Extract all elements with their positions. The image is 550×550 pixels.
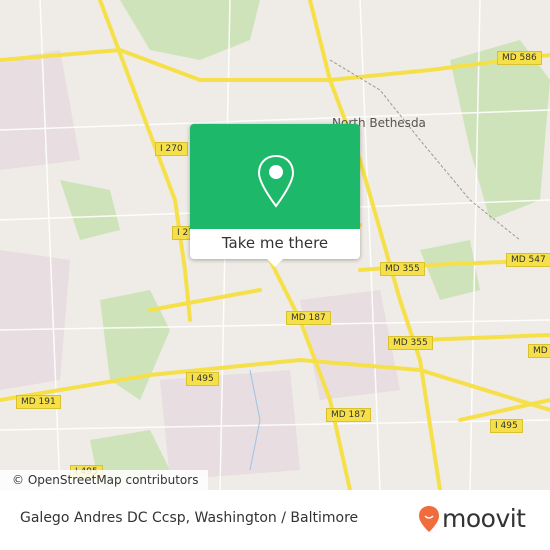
road-label: MD 586 bbox=[497, 51, 542, 65]
map-pin-icon bbox=[257, 154, 295, 208]
road-label: MD 355 bbox=[380, 262, 425, 276]
popup-header bbox=[190, 124, 360, 229]
footer: Galego Andres DC Ccsp, Washington / Balt… bbox=[0, 490, 550, 550]
moovit-logo: moovit bbox=[418, 504, 526, 533]
location-title: Galego Andres DC Ccsp, Washington / Balt… bbox=[20, 510, 359, 526]
road-label: I 495 bbox=[490, 419, 523, 433]
road-label: MD 187 bbox=[326, 408, 371, 422]
moovit-logo-text: moovit bbox=[442, 504, 526, 533]
road-label: I 495 bbox=[186, 372, 219, 386]
map-attribution[interactable]: © OpenStreetMap contributors bbox=[0, 470, 209, 490]
road-label: MD 191 bbox=[16, 395, 61, 409]
take-me-there-button[interactable]: Take me there bbox=[190, 229, 360, 259]
road-label: I 270 bbox=[155, 142, 188, 156]
road-label: MD 547 bbox=[506, 253, 550, 267]
moovit-pin-icon bbox=[419, 505, 439, 532]
map[interactable]: North Bethesda MD 586 I 270 I 27 MD 355 … bbox=[0, 0, 550, 490]
road-label: MD 3 bbox=[528, 344, 550, 358]
road-label: MD 355 bbox=[388, 336, 433, 350]
location-popup: Take me there bbox=[190, 124, 360, 267]
road-label: MD 187 bbox=[286, 311, 331, 325]
